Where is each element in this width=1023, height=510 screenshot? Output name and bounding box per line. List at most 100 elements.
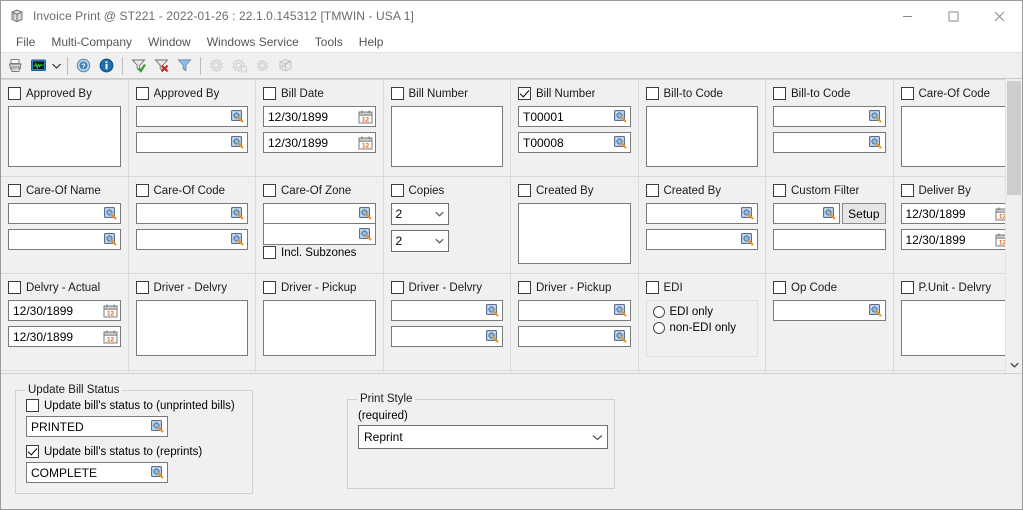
menu-window[interactable]: Window: [140, 33, 199, 51]
bill-number-listbox[interactable]: [391, 106, 504, 167]
driver-pickup-from-input[interactable]: [518, 300, 631, 321]
filter-checkbox-copies[interactable]: [391, 184, 404, 197]
driver-pickup-to-input[interactable]: [518, 326, 631, 347]
edi-only-radio-row[interactable]: EDI only: [653, 306, 754, 318]
care-of-name-from-input[interactable]: [8, 203, 121, 224]
delvry-actual-to-input[interactable]: 12/30/1899 12: [8, 326, 121, 347]
close-button[interactable]: [976, 1, 1022, 31]
lookup-icon[interactable]: [358, 227, 373, 242]
created-by-listbox[interactable]: [518, 203, 631, 264]
help-question-icon[interactable]: ?: [72, 55, 94, 77]
non-edi-only-radio-row[interactable]: non-EDI only: [653, 322, 754, 334]
filter-checkbox-approved-by-range[interactable]: [136, 87, 149, 100]
driver-delvry-listbox[interactable]: [136, 300, 249, 356]
custom-filter-secondary-input[interactable]: [773, 229, 886, 250]
lookup-icon[interactable]: [103, 232, 118, 247]
custom-filter-input[interactable]: [773, 203, 840, 224]
minimize-button[interactable]: [884, 1, 930, 31]
info-icon[interactable]: [95, 55, 117, 77]
menu-windows-service[interactable]: Windows Service: [199, 33, 307, 51]
custom-filter-setup-button[interactable]: Setup: [842, 203, 885, 224]
non-edi-only-radio[interactable]: [653, 322, 665, 334]
lookup-icon[interactable]: [230, 135, 245, 150]
edi-only-radio[interactable]: [653, 306, 665, 318]
print-icon[interactable]: [4, 55, 26, 77]
filter-clear-icon[interactable]: [150, 55, 172, 77]
filter-checkbox-care-of-name[interactable]: [8, 184, 21, 197]
filter-checkbox-care-of-zone[interactable]: [263, 184, 276, 197]
reprints-status-input[interactable]: COMPLETE: [26, 462, 168, 483]
bill-to-code-from-input[interactable]: [773, 106, 886, 127]
driver-delvry-to-input[interactable]: [391, 326, 504, 347]
lookup-icon[interactable]: [150, 465, 165, 480]
print-style-select[interactable]: Reprint: [358, 425, 608, 449]
maximize-button[interactable]: [930, 1, 976, 31]
approved-by-listbox[interactable]: [8, 106, 121, 167]
calendar-icon[interactable]: 12: [103, 304, 118, 318]
menu-tools[interactable]: Tools: [307, 33, 351, 51]
punit-delvry-listbox[interactable]: [901, 300, 1006, 356]
filter-checkbox-care-of-code-list[interactable]: [901, 87, 914, 100]
lookup-icon[interactable]: [230, 206, 245, 221]
calendar-icon[interactable]: 12: [995, 207, 1005, 221]
filter-scrollbar[interactable]: [1005, 79, 1022, 373]
approved-by-from-input[interactable]: [136, 106, 249, 127]
lookup-icon[interactable]: [485, 329, 500, 344]
incl-subzones-checkbox[interactable]: [263, 246, 276, 259]
scrollbar-thumb[interactable]: [1007, 81, 1021, 195]
delvry-actual-from-input[interactable]: 12/30/1899 12: [8, 300, 121, 321]
unprinted-status-checkbox[interactable]: [26, 399, 39, 412]
lookup-icon[interactable]: [822, 206, 837, 221]
filter-checkbox-deliver-by[interactable]: [901, 184, 914, 197]
bill-date-from-input[interactable]: 12/30/1899 12: [263, 106, 376, 127]
lookup-icon[interactable]: [740, 206, 755, 221]
menu-file[interactable]: File: [8, 33, 43, 51]
bill-number-to-input[interactable]: T00008: [518, 132, 631, 153]
filter-checkbox-bill-to-code-range[interactable]: [773, 87, 786, 100]
calendar-icon[interactable]: 12: [103, 330, 118, 344]
filter-checkbox-driver-delvry-list[interactable]: [136, 281, 149, 294]
filter-checkbox-care-of-code-range[interactable]: [136, 184, 149, 197]
monitor-icon[interactable]: [27, 55, 49, 77]
copies-to-select[interactable]: 2: [391, 230, 449, 252]
lookup-icon[interactable]: [358, 206, 373, 221]
filter-checkbox-created-by-list[interactable]: [518, 184, 531, 197]
reprints-status-checkbox[interactable]: [26, 445, 39, 458]
filter-checkbox-bill-date[interactable]: [263, 87, 276, 100]
menu-multi-company[interactable]: Multi-Company: [43, 33, 140, 51]
copies-from-select[interactable]: 2: [391, 203, 449, 225]
calendar-icon[interactable]: 12: [995, 233, 1005, 247]
lookup-icon[interactable]: [868, 303, 883, 318]
created-by-to-input[interactable]: [646, 229, 759, 250]
menu-help[interactable]: Help: [351, 33, 392, 51]
lookup-icon[interactable]: [868, 109, 883, 124]
filter-checkbox-custom-filter[interactable]: [773, 184, 786, 197]
unprinted-status-row[interactable]: Update bill's status to (unprinted bills…: [26, 399, 242, 412]
driver-pickup-listbox[interactable]: [263, 300, 376, 356]
care-of-code-listbox[interactable]: [901, 106, 1006, 167]
filter-checkbox-approved-by-list[interactable]: [8, 87, 21, 100]
bill-to-code-listbox[interactable]: [646, 106, 759, 167]
bill-date-to-input[interactable]: 12/30/1899 12: [263, 132, 376, 153]
care-of-code-to-input[interactable]: [136, 229, 249, 250]
bill-number-from-input[interactable]: T00001: [518, 106, 631, 127]
filter-checkbox-delvry-actual[interactable]: [8, 281, 21, 294]
lookup-icon[interactable]: [613, 109, 628, 124]
lookup-icon[interactable]: [103, 206, 118, 221]
care-of-name-to-input[interactable]: [8, 229, 121, 250]
scroll-down-icon[interactable]: [1006, 356, 1022, 373]
driver-delvry-from-input[interactable]: [391, 300, 504, 321]
filter-checkbox-edi[interactable]: [646, 281, 659, 294]
lookup-icon[interactable]: [613, 303, 628, 318]
bill-to-code-to-input[interactable]: [773, 132, 886, 153]
care-of-zone-to-input[interactable]: [263, 224, 376, 245]
lookup-icon[interactable]: [150, 419, 165, 434]
filter-checkbox-bill-number-list[interactable]: [391, 87, 404, 100]
dropdown-arrow-icon[interactable]: [50, 55, 63, 77]
scrollbar-track[interactable]: [1006, 79, 1022, 356]
lookup-icon[interactable]: [230, 232, 245, 247]
filter-checkbox-driver-delvry-range[interactable]: [391, 281, 404, 294]
deliver-by-from-input[interactable]: 12/30/1899 12: [901, 203, 1006, 224]
lookup-icon[interactable]: [613, 135, 628, 150]
care-of-code-from-input[interactable]: [136, 203, 249, 224]
